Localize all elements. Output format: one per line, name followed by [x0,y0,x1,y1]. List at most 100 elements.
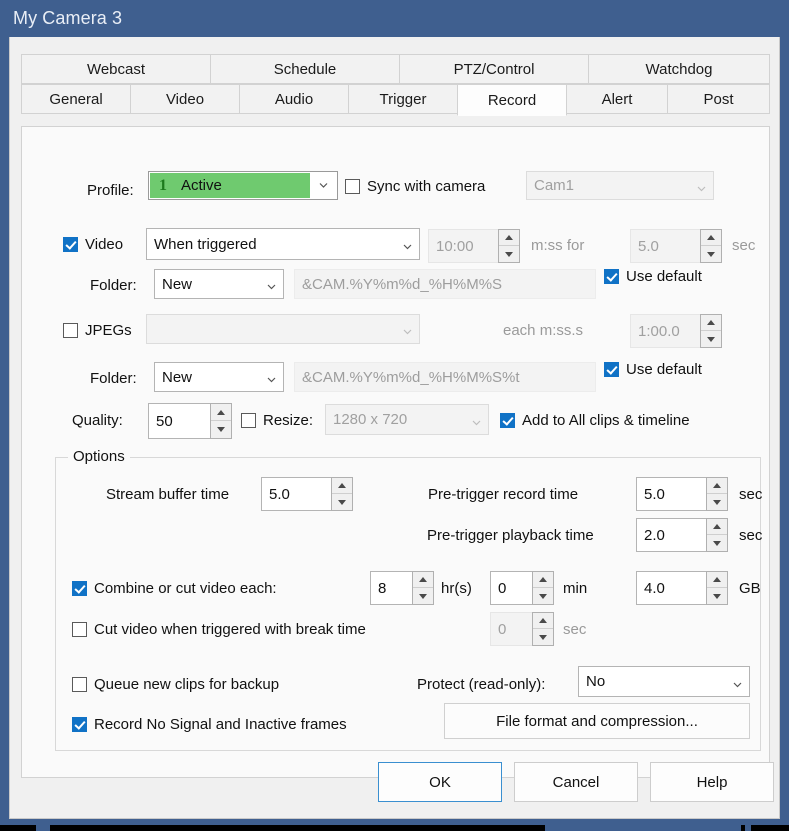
spinner-up-icon[interactable] [499,230,519,246]
spinner-up-icon[interactable] [533,572,553,588]
jpegs-use-default-checkbox[interactable]: Use default [604,361,702,378]
spinner-up-icon[interactable] [211,404,231,421]
spinner-down-icon[interactable] [707,535,727,551]
cut-on-trigger-checkbox[interactable]: Cut video when triggered with break time [72,621,366,638]
quality-spinner[interactable]: 50 [148,403,232,439]
jpegs-folder-path-input[interactable]: &CAM.%Y%m%d_%H%M%S%t [294,362,596,392]
spinner-down-icon[interactable] [701,246,721,262]
tab-webcast[interactable]: Webcast [21,54,211,84]
tab-watchdog[interactable]: Watchdog [588,54,770,84]
spinner-down-icon[interactable] [707,588,727,604]
tab-trigger[interactable]: Trigger [348,84,458,114]
jpegs-checkbox[interactable]: JPEGs [63,322,132,339]
video-use-default-checkbox[interactable]: Use default [604,268,702,285]
quality-value[interactable]: 50 [148,403,210,439]
video-for-value[interactable]: 5.0 [630,229,700,263]
spinner-down-icon[interactable] [701,331,721,347]
jpegs-folder-mode-select[interactable]: New [154,362,284,392]
resize-checkbox[interactable]: Resize: [241,412,313,429]
tab-general[interactable]: General [21,84,131,114]
spinner-buttons[interactable] [498,229,520,263]
video-folder-path-input[interactable]: &CAM.%Y%m%d_%H%M%S [294,269,596,299]
spinner-buttons[interactable] [706,518,728,552]
ok-button[interactable]: OK [378,762,502,802]
tab-alert[interactable]: Alert [566,84,668,114]
spinner-up-icon[interactable] [701,315,721,331]
pretrigger-record-spinner[interactable]: 5.0 [636,477,728,511]
combine-min-value[interactable]: 0 [490,571,532,605]
jpegs-interval-value[interactable]: 1:00.0 [630,314,700,348]
jpegs-interval-spinner[interactable]: 1:00.0 [630,314,722,348]
add-to-all-clips-checkbox[interactable]: Add to All clips & timeline [500,412,690,429]
tab-schedule[interactable]: Schedule [210,54,400,84]
video-folder-mode-select[interactable]: New [154,269,284,299]
cut-break-spinner[interactable]: 0 [490,612,554,646]
spinner-down-icon[interactable] [533,629,553,645]
cut-break-value[interactable]: 0 [490,612,532,646]
profile-select[interactable]: 1 Active [148,171,338,200]
queue-backup-checkbox[interactable]: Queue new clips for backup [72,676,279,693]
pretrigger-playback-unit: sec [739,527,763,544]
combine-gb-value[interactable]: 4.0 [636,571,706,605]
tab-ptz-control[interactable]: PTZ/Control [399,54,589,84]
tab-audio[interactable]: Audio [239,84,349,114]
spinner-buttons[interactable] [331,477,353,511]
chevron-down-icon [471,415,481,425]
video-folder-mode-value: New [162,275,193,293]
spinner-buttons[interactable] [706,571,728,605]
spinner-up-icon[interactable] [533,613,553,629]
spinner-down-icon[interactable] [332,494,352,510]
video-duration-value[interactable]: 10:00 [428,229,498,263]
combine-min-unit: min [563,580,588,597]
profile-active-fill: 1 Active [150,173,310,198]
spinner-up-icon[interactable] [707,572,727,588]
spinner-buttons[interactable] [412,571,434,605]
spinner-buttons[interactable] [700,229,722,263]
stream-buffer-value[interactable]: 5.0 [261,477,331,511]
stream-buffer-spinner[interactable]: 5.0 [261,477,353,511]
spinner-down-icon[interactable] [211,421,231,438]
pretrigger-playback-spinner[interactable]: 2.0 [636,518,728,552]
spinner-down-icon[interactable] [533,588,553,604]
video-duration-spinner[interactable]: 10:00 [428,229,520,263]
tab-record[interactable]: Record [457,84,567,116]
spinner-buttons[interactable] [210,403,232,439]
spinner-down-icon[interactable] [413,588,433,604]
combine-hours-spinner[interactable]: 8 [370,571,434,605]
help-button[interactable]: Help [650,762,774,802]
jpegs-mode-select[interactable] [146,314,420,344]
spinner-up-icon[interactable] [707,478,727,494]
spinner-buttons[interactable] [532,612,554,646]
camera-select[interactable]: Cam1 [526,171,714,200]
tab-post[interactable]: Post [667,84,770,114]
video-mode-select[interactable]: When triggered [146,228,420,260]
spinner-up-icon[interactable] [332,478,352,494]
spinner-buttons[interactable] [532,571,554,605]
protect-select[interactable]: No [578,666,750,697]
checkbox-box [72,717,87,732]
sync-with-camera-checkbox[interactable]: Sync with camera [345,178,485,195]
combine-gb-spinner[interactable]: 4.0 [636,571,728,605]
combine-or-cut-checkbox[interactable]: Combine or cut video each: [72,580,277,597]
spinner-up-icon[interactable] [701,230,721,246]
file-format-compression-button[interactable]: File format and compression... [444,703,750,739]
spinner-up-icon[interactable] [413,572,433,588]
jpegs-folder-label: Folder: [90,370,137,387]
checkbox-label: JPEGs [85,322,132,339]
cancel-button[interactable]: Cancel [514,762,638,802]
spinner-down-icon[interactable] [707,494,727,510]
spinner-up-icon[interactable] [707,519,727,535]
record-no-signal-checkbox[interactable]: Record No Signal and Inactive frames [72,716,347,733]
spinner-buttons[interactable] [706,477,728,511]
combine-min-spinner[interactable]: 0 [490,571,554,605]
spinner-buttons[interactable] [700,314,722,348]
resize-select[interactable]: 1280 x 720 [325,404,489,435]
combine-hours-value[interactable]: 8 [370,571,412,605]
tab-video[interactable]: Video [130,84,240,114]
pretrigger-playback-value[interactable]: 2.0 [636,518,706,552]
pretrigger-record-value[interactable]: 5.0 [636,477,706,511]
video-checkbox[interactable]: Video [63,236,123,253]
video-for-spinner[interactable]: 5.0 [630,229,722,263]
checkbox-label: Use default [626,361,702,378]
spinner-down-icon[interactable] [499,246,519,262]
